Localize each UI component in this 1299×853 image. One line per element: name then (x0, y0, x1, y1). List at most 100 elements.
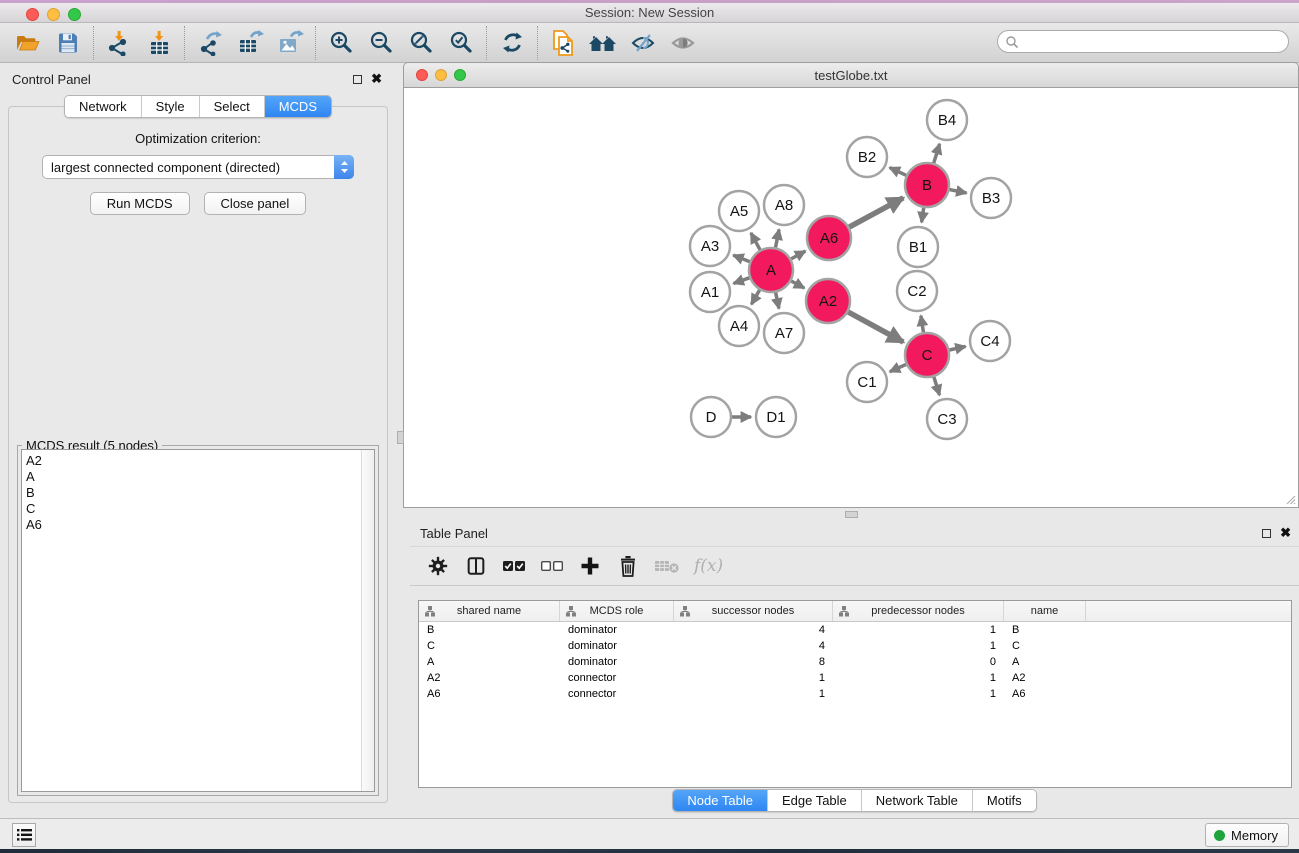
import-network-button[interactable] (99, 25, 139, 61)
graph-edge-C-C3[interactable] (934, 377, 940, 395)
graph-edge-B-B3[interactable] (950, 190, 967, 193)
close-panel-button[interactable]: Close panel (204, 192, 307, 215)
table-cell[interactable]: 4 (674, 638, 833, 654)
table-cell[interactable]: 1 (833, 686, 1004, 702)
network-maximize-icon[interactable] (454, 69, 466, 81)
window-resize-grip[interactable] (1284, 493, 1296, 505)
graph-node-B2[interactable]: B2 (847, 137, 887, 177)
mcds-result-item[interactable]: A (26, 469, 360, 485)
graph-edge-A-A2[interactable] (791, 281, 804, 288)
close-window-icon[interactable] (26, 8, 39, 21)
table-row[interactable]: Cdominator41C (419, 638, 1291, 654)
table-cell[interactable]: B (1004, 622, 1086, 638)
graph-node-A7[interactable]: A7 (764, 313, 804, 353)
table-cell[interactable]: connector (560, 670, 674, 686)
tab-select[interactable]: Select (200, 96, 265, 117)
tab-network[interactable]: Network (65, 96, 142, 117)
graph-edge-B-B1[interactable] (922, 208, 924, 222)
table-row[interactable]: Bdominator41B (419, 622, 1291, 638)
table-row[interactable]: A6connector11A6 (419, 686, 1291, 702)
graph-edge-C-C2[interactable] (921, 316, 924, 333)
graph-node-A3[interactable]: A3 (690, 226, 730, 266)
graph-node-B[interactable]: B (905, 163, 949, 207)
hide-labels-button[interactable] (623, 25, 663, 61)
mcds-result-item[interactable]: B (26, 485, 360, 501)
table-cell[interactable]: dominator (560, 622, 674, 638)
table-cell[interactable]: A2 (1004, 670, 1086, 686)
graph-edge-A-A3[interactable] (733, 255, 749, 261)
graph-node-B4[interactable]: B4 (927, 100, 967, 140)
graph-node-A4[interactable]: A4 (719, 306, 759, 346)
graph-node-C[interactable]: C (905, 333, 949, 377)
tab-style[interactable]: Style (142, 96, 200, 117)
table-row[interactable]: Adominator80A (419, 654, 1291, 670)
open-session-button[interactable] (8, 25, 48, 61)
network-close-icon[interactable] (416, 69, 428, 81)
table-cell[interactable]: 0 (833, 654, 1004, 670)
column-header-shared-name[interactable]: shared name (419, 601, 560, 621)
graph-edge-A-A7[interactable] (776, 293, 779, 309)
task-history-button[interactable] (12, 823, 36, 847)
table-cell[interactable]: 4 (674, 622, 833, 638)
tab-node-table[interactable]: Node Table (673, 790, 768, 811)
zoom-out-button[interactable] (361, 25, 401, 61)
delete-column-button[interactable] (616, 552, 640, 580)
tab-network-table[interactable]: Network Table (862, 790, 973, 811)
graph-edge-A2-C[interactable] (848, 312, 903, 342)
close-table-panel-icon[interactable]: ✖ (1280, 528, 1291, 538)
graph-node-A2[interactable]: A2 (806, 279, 850, 323)
graph-node-D1[interactable]: D1 (756, 397, 796, 437)
column-header-successor-nodes[interactable]: successor nodes (674, 601, 833, 621)
graph-edge-C-C1[interactable] (890, 364, 906, 371)
show-columns-button[interactable] (464, 552, 488, 580)
tab-mcds[interactable]: MCDS (265, 96, 331, 117)
float-panel-icon[interactable] (353, 75, 362, 84)
graph-node-C1[interactable]: C1 (847, 362, 887, 402)
horizontal-splitter-handle[interactable] (397, 431, 404, 444)
select-all-button[interactable] (502, 552, 526, 580)
graph-node-D[interactable]: D (691, 397, 731, 437)
export-table-button[interactable] (230, 25, 270, 61)
column-header-MCDS-role[interactable]: MCDS role (560, 601, 674, 621)
network-window-titlebar[interactable]: testGlobe.txt (403, 62, 1299, 88)
graph-node-A6[interactable]: A6 (807, 216, 851, 260)
export-network-button[interactable] (190, 25, 230, 61)
table-cell[interactable]: C (1004, 638, 1086, 654)
show-graphics-details-button[interactable] (663, 25, 703, 61)
zoom-fit-button[interactable] (401, 25, 441, 61)
table-cell[interactable]: 8 (674, 654, 833, 670)
table-options-button[interactable] (426, 552, 450, 580)
table-cell[interactable]: A2 (419, 670, 560, 686)
table-cell[interactable]: 1 (674, 670, 833, 686)
delete-table-button[interactable] (654, 552, 680, 580)
graph-node-B3[interactable]: B3 (971, 178, 1011, 218)
graph-edge-B-B4[interactable] (934, 144, 940, 163)
add-column-button[interactable] (578, 552, 602, 580)
zoom-in-button[interactable] (321, 25, 361, 61)
show-all-networks-button[interactable] (583, 25, 623, 61)
save-session-button[interactable] (48, 25, 88, 61)
graph-edge-A-A5[interactable] (751, 233, 760, 250)
tab-edge-table[interactable]: Edge Table (768, 790, 862, 811)
memory-button[interactable]: Memory (1205, 823, 1289, 847)
table-cell[interactable]: A (419, 654, 560, 670)
tab-motifs[interactable]: Motifs (973, 790, 1036, 811)
function-builder-button[interactable]: f(x) (694, 552, 723, 580)
table-cell[interactable]: A6 (1004, 686, 1086, 702)
graph-edge-A-A8[interactable] (776, 230, 780, 248)
search-input[interactable] (1019, 33, 1288, 51)
criterion-dropdown[interactable]: largest connected component (directed) (42, 155, 354, 179)
graph-edge-A6-B[interactable] (849, 198, 903, 227)
table-cell[interactable]: A6 (419, 686, 560, 702)
result-list-scrollbar[interactable] (361, 450, 374, 791)
table-cell[interactable]: B (419, 622, 560, 638)
deselect-all-button[interactable] (540, 552, 564, 580)
search-box[interactable] (997, 30, 1289, 53)
maximize-window-icon[interactable] (68, 8, 81, 21)
table-cell[interactable]: dominator (560, 638, 674, 654)
table-cell[interactable]: C (419, 638, 560, 654)
graph-edge-C-C4[interactable] (949, 346, 965, 350)
float-table-panel-icon[interactable] (1262, 529, 1271, 538)
mcds-result-item[interactable]: A2 (26, 453, 360, 469)
column-header-predecessor-nodes[interactable]: predecessor nodes (833, 601, 1004, 621)
